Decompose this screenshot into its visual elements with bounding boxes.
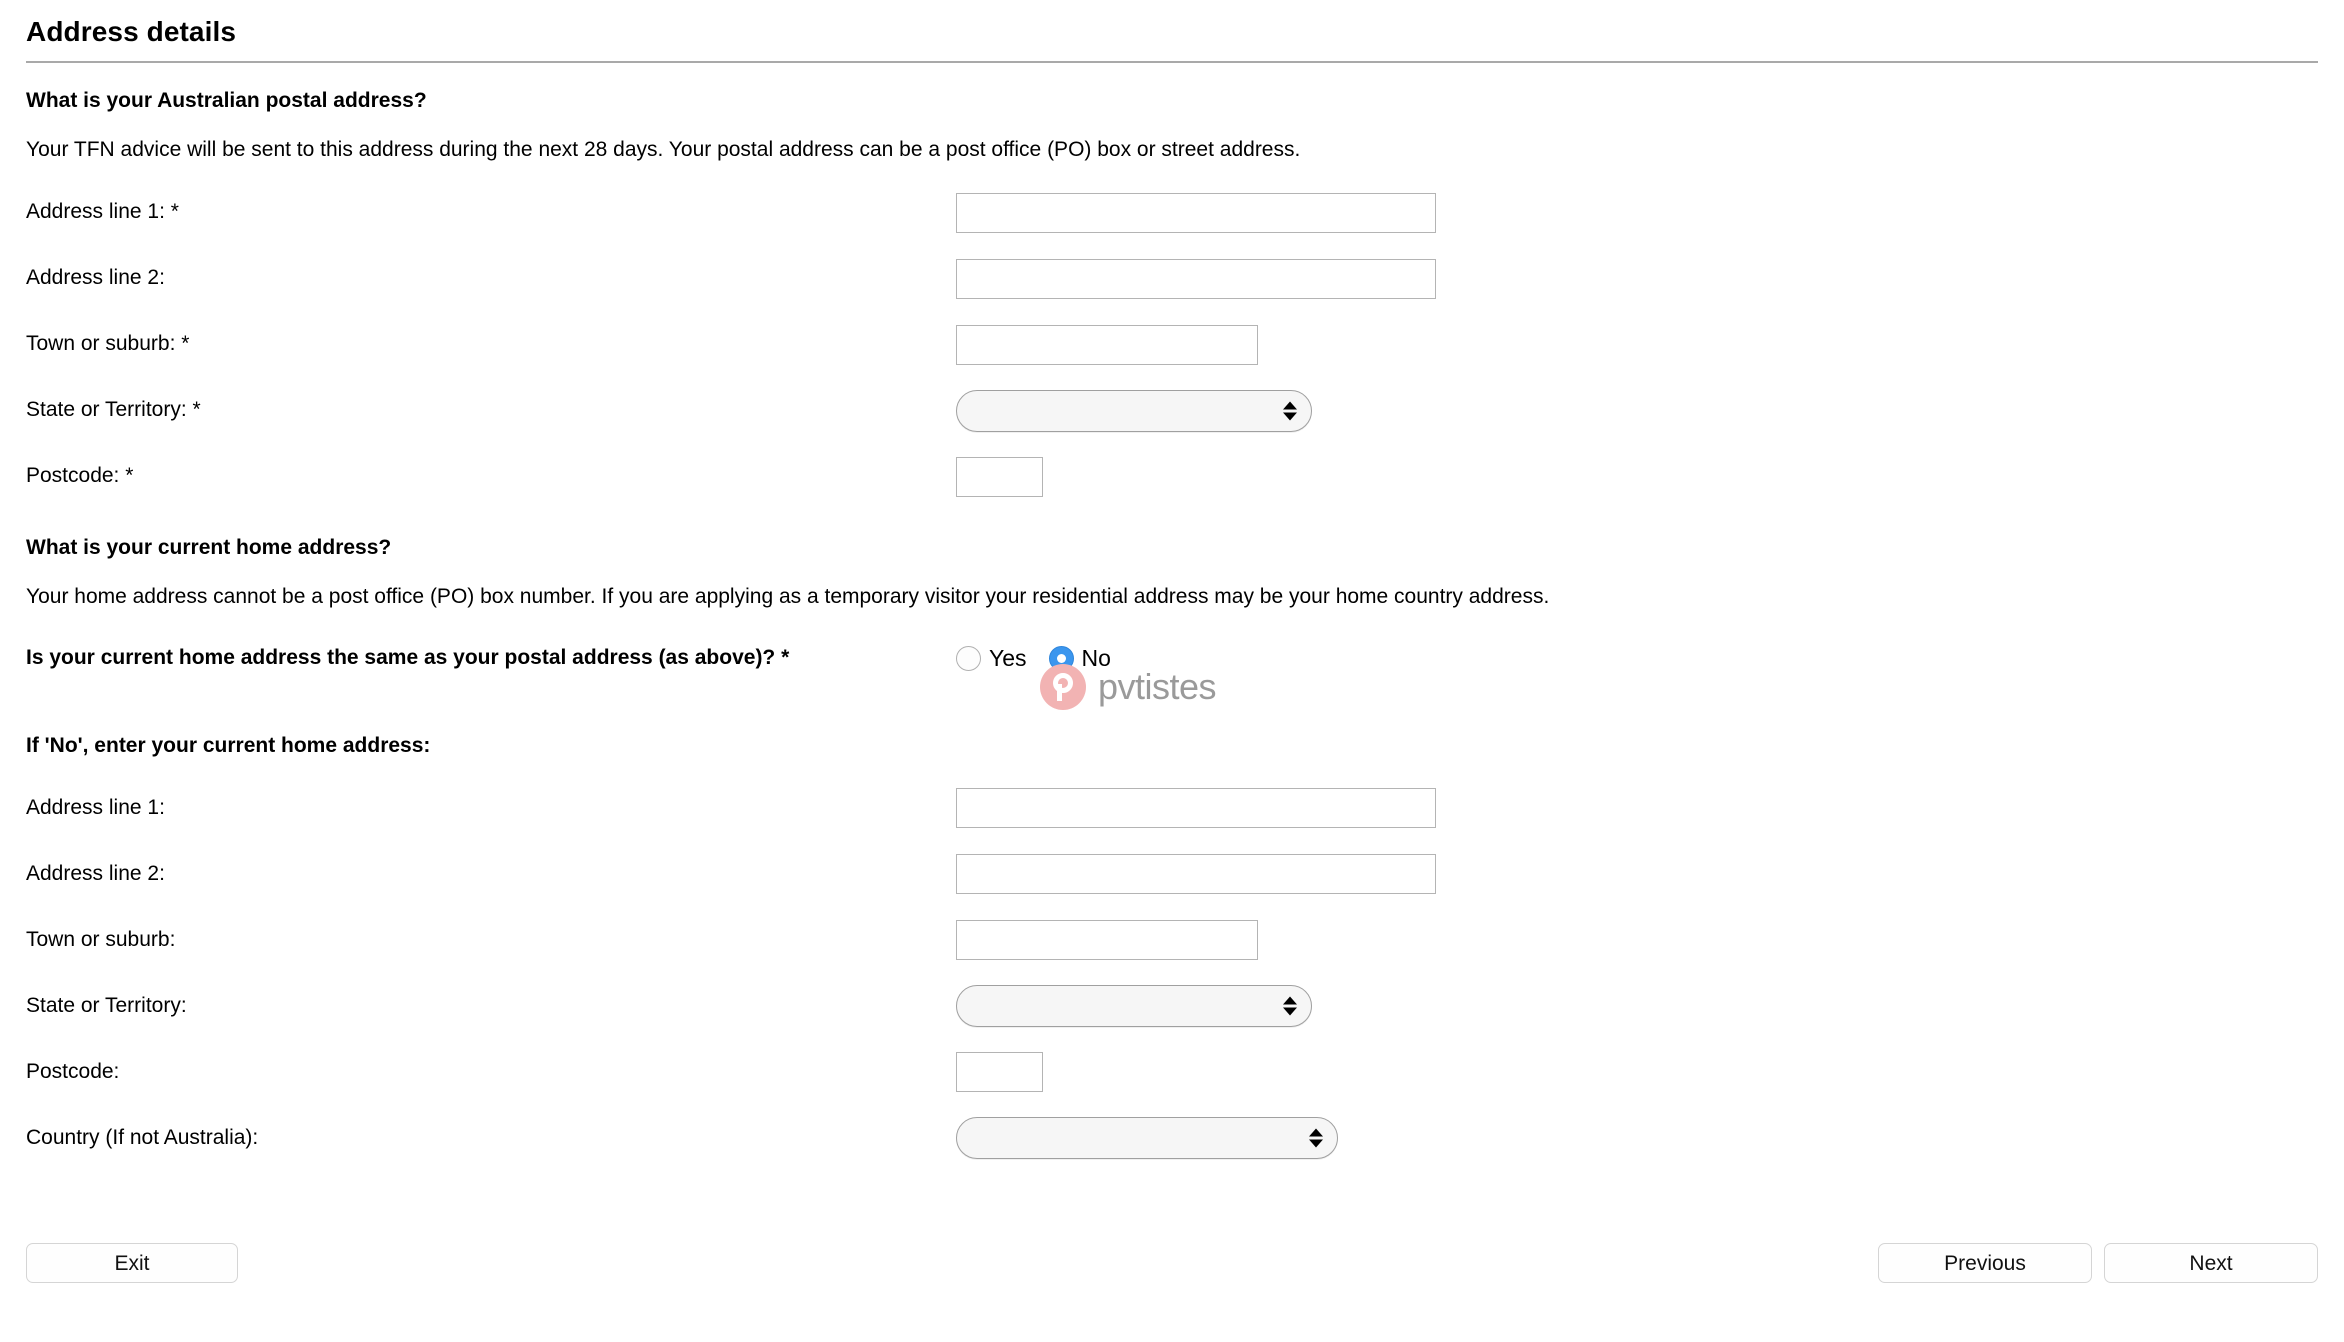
label-home-country: Country (If not Australia): (26, 1126, 259, 1150)
select-postal-state-or-territory[interactable] (956, 389, 1312, 432)
postal-address-heading: What is your Australian postal address? (26, 89, 427, 112)
radio-no-label: No (1081, 644, 1111, 671)
radio-yes-indicator[interactable] (956, 645, 981, 671)
radio-option-yes[interactable]: Yes (956, 644, 1027, 671)
field-row-postal-address-line-1: Address line 1: * (26, 180, 2318, 246)
radio-option-no[interactable]: No (1048, 644, 1111, 671)
label-home-address-line-2: Address line 2: (26, 862, 165, 886)
select-home-country[interactable] (956, 1117, 1338, 1160)
select-home-state-or-territory[interactable] (956, 985, 1312, 1028)
input-home-address-line-2[interactable] (956, 854, 1436, 895)
chevron-updown-icon (1309, 1128, 1323, 1148)
input-home-postcode[interactable] (956, 1052, 1043, 1093)
address-details-page: Address details What is your Australian … (0, 0, 2344, 1342)
input-home-address-line-1[interactable] (956, 788, 1436, 829)
field-row-postal-state-or-territory: State or Territory: * (26, 378, 2318, 444)
label-postal-postcode: Postcode: * (26, 464, 134, 488)
radio-yes-label: Yes (989, 644, 1027, 671)
field-row-home-address-line-1: Address line 1: (26, 775, 2318, 841)
input-postal-town-or-suburb[interactable] (956, 324, 1258, 365)
label-home-postcode: Postcode: (26, 1060, 120, 1084)
field-row-postal-town-or-suburb: Town or suburb: * (26, 312, 2318, 378)
label-same-as-postal: Is your current home address the same as… (26, 646, 790, 670)
field-row-postal-postcode: Postcode: * (26, 444, 2318, 510)
input-postal-address-line-2[interactable] (956, 258, 1436, 299)
field-row-home-postcode: Postcode: (26, 1039, 2318, 1105)
input-home-town-or-suburb[interactable] (956, 920, 1258, 961)
next-button[interactable]: Next (2104, 1243, 2318, 1283)
radio-group-same-as-postal: Yes No (956, 644, 1133, 671)
home-address-heading: What is your current home address? (26, 535, 392, 559)
footer-nav-buttons: Previous Next (1878, 1243, 2318, 1283)
input-postal-postcode[interactable] (956, 456, 1043, 497)
field-row-home-address-line-2: Address line 2: (26, 841, 2318, 907)
page-title: Address details (26, 16, 237, 47)
field-row-home-state-or-territory: State or Territory: (26, 973, 2318, 1039)
label-postal-address-line-1: Address line 1: * (26, 200, 179, 224)
footer-actions: Exit Previous Next (26, 1243, 2318, 1283)
label-postal-town-or-suburb: Town or suburb: * (26, 332, 190, 356)
postal-address-description: Your TFN advice will be sent to this add… (26, 138, 1301, 162)
if-no-heading: If 'No', enter your current home address… (26, 734, 431, 758)
label-postal-address-line-2: Address line 2: (26, 266, 165, 290)
chevron-updown-icon (1283, 996, 1297, 1016)
field-row-home-country: Country (If not Australia): (26, 1105, 2318, 1171)
home-address-description: Your home address cannot be a post offic… (26, 584, 1550, 608)
exit-button[interactable]: Exit (26, 1243, 238, 1283)
field-row-postal-address-line-2: Address line 2: (26, 246, 2318, 312)
field-row-same-as-postal: Is your current home address the same as… (26, 610, 2318, 706)
previous-button[interactable]: Previous (1878, 1243, 2092, 1283)
label-home-state-or-territory: State or Territory: (26, 994, 187, 1018)
input-postal-address-line-1[interactable] (956, 192, 1436, 233)
label-home-town-or-suburb: Town or suburb: (26, 928, 176, 952)
label-postal-state-or-territory: State or Territory: * (26, 398, 201, 422)
radio-no-indicator[interactable] (1048, 645, 1074, 671)
chevron-updown-icon (1283, 401, 1297, 421)
home-address-fields: Address line 1: Address line 2: Town or … (26, 775, 2318, 1171)
postal-address-fields: Address line 1: * Address line 2: Town o… (26, 180, 2318, 510)
field-row-home-town-or-suburb: Town or suburb: (26, 907, 2318, 973)
label-home-address-line-1: Address line 1: (26, 796, 165, 820)
